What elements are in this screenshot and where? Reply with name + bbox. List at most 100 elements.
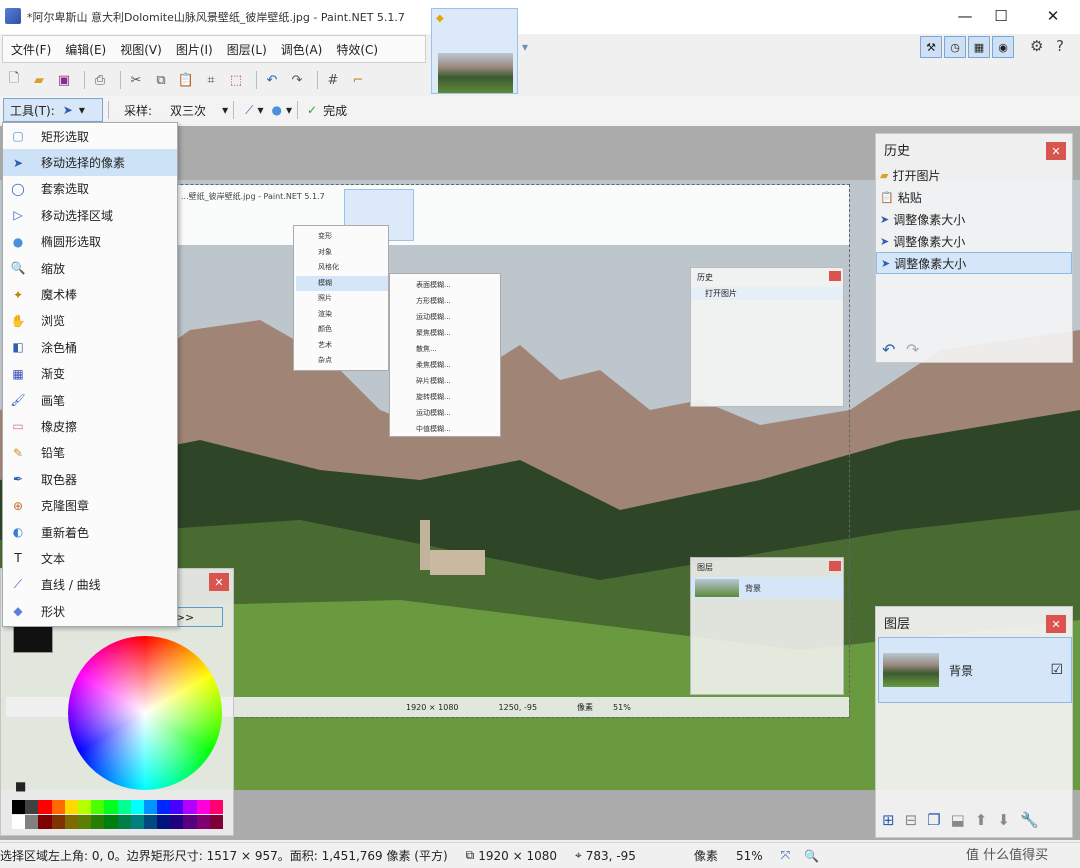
color-wheel[interactable] — [68, 636, 222, 790]
menu-effects[interactable]: 特效(C) — [336, 41, 378, 58]
menu-layers[interactable]: 图层(L) — [227, 41, 267, 58]
add-layer-icon[interactable]: ⊞ — [882, 811, 895, 829]
tool-item[interactable]: ◯ 套索选取 — [3, 176, 177, 202]
tool-item[interactable]: ⟋ 直线 / 曲线 — [3, 572, 177, 598]
menu-file[interactable]: 文件(F) — [11, 41, 51, 58]
palette-swatch[interactable] — [157, 800, 171, 814]
new-file-icon[interactable]: 🗋 — [4, 70, 24, 90]
palette-swatch[interactable] — [117, 800, 131, 814]
maximize-button[interactable]: ☐ — [978, 0, 1024, 32]
undo-icon[interactable]: ↶ — [262, 70, 282, 90]
menu-edit[interactable]: 编辑(E) — [65, 41, 106, 58]
print-icon[interactable]: ⎙ — [90, 70, 110, 90]
units-select[interactable]: 像素 — [694, 847, 718, 864]
tool-item[interactable]: ▷ 移动选择区域 — [3, 202, 177, 228]
layers-toggle-icon[interactable]: ▦ — [968, 36, 990, 58]
tool-item[interactable]: ✋ 浏览 — [3, 308, 177, 334]
zoom-value[interactable]: 51% — [736, 849, 763, 863]
palette-swatch[interactable] — [25, 800, 39, 814]
palette-swatch[interactable] — [38, 815, 52, 829]
copy-icon[interactable]: ⧉ — [151, 70, 171, 90]
grid-icon[interactable]: # — [323, 70, 343, 90]
sampling-select[interactable]: 双三次 — [170, 102, 206, 119]
palette-swatch[interactable] — [91, 800, 105, 814]
paste-icon[interactable]: 📋 — [176, 70, 196, 90]
palette-swatch[interactable] — [64, 815, 78, 829]
palette-swatch[interactable] — [209, 815, 223, 829]
merge-down-icon[interactable]: ⬓ — [951, 811, 965, 829]
palette-menu-icon[interactable]: ■ — [15, 779, 26, 793]
open-folder-icon[interactable]: ▰ — [29, 70, 49, 90]
delete-layer-icon[interactable]: ⊟ — [905, 811, 918, 829]
tool-item[interactable]: ◐ 重新着色 — [3, 519, 177, 545]
history-item[interactable]: ▰ 打开图片 — [876, 164, 1072, 186]
palette-swatch[interactable] — [170, 815, 184, 829]
zoom-icon[interactable]: 🔍 — [804, 849, 819, 863]
palette-swatch[interactable] — [104, 815, 118, 829]
settings-gear-icon[interactable]: ⚙ — [1030, 37, 1043, 55]
finish-button[interactable]: 完成 — [323, 102, 347, 119]
close-icon[interactable]: ✕ — [209, 573, 229, 591]
palette-swatch[interactable] — [77, 800, 92, 814]
chevron-down-icon[interactable]: ▾ — [258, 103, 264, 117]
tool-item[interactable]: ✦ 魔术棒 — [3, 281, 177, 307]
chevron-down-icon[interactable]: ▾ — [286, 103, 292, 117]
tool-item[interactable]: 🖌 画笔 — [3, 387, 177, 413]
palette-swatch[interactable] — [196, 815, 210, 829]
tool-item[interactable]: ● 椭圆形选取 — [3, 229, 177, 255]
palette-swatch[interactable] — [130, 815, 144, 829]
tool-item[interactable]: ✎ 铅笔 — [3, 440, 177, 466]
image-tab[interactable]: ◆ — [431, 8, 518, 94]
layer-properties-icon[interactable]: 🔧 — [1020, 811, 1039, 829]
chevron-down-icon[interactable]: ▾ — [222, 103, 228, 117]
palette-swatch[interactable] — [51, 815, 65, 829]
tool-item[interactable]: T 文本 — [3, 545, 177, 571]
tool-item[interactable]: ◧ 涂色桶 — [3, 334, 177, 360]
history-item[interactable]: ➤ 调整像素大小 — [876, 230, 1072, 252]
palette-swatch[interactable] — [12, 800, 26, 814]
close-icon[interactable]: ✕ — [1046, 142, 1066, 160]
tool-item[interactable]: ✒ 取色器 — [3, 466, 177, 492]
tool-item[interactable]: ◆ 形状 — [3, 598, 177, 624]
colors-toggle-icon[interactable]: ◉ — [992, 36, 1014, 58]
duplicate-layer-icon[interactable]: ❐ — [927, 811, 940, 829]
palette-swatch[interactable] — [170, 800, 184, 814]
palette-swatch[interactable] — [143, 800, 158, 814]
palette-swatch[interactable] — [25, 815, 39, 829]
menu-image[interactable]: 图片(I) — [176, 41, 213, 58]
palette-swatch[interactable] — [157, 815, 171, 829]
crop-icon[interactable]: ⌗ — [201, 70, 221, 90]
palette-swatch[interactable] — [12, 815, 26, 829]
menu-adjustments[interactable]: 调色(A) — [281, 41, 323, 58]
palette-swatch[interactable] — [77, 815, 92, 829]
close-button[interactable]: ✕ — [1030, 0, 1076, 32]
palette-swatch[interactable] — [38, 800, 52, 814]
help-icon[interactable]: ? — [1056, 37, 1064, 55]
palette-swatch[interactable] — [117, 815, 131, 829]
cut-icon[interactable]: ✂ — [126, 70, 146, 90]
palette-swatch[interactable] — [130, 800, 144, 814]
chevron-down-icon[interactable]: ▾ — [522, 40, 528, 54]
layer-visibility-checkbox[interactable]: ☑ — [1050, 662, 1063, 678]
close-icon[interactable]: ✕ — [1046, 615, 1066, 633]
palette-swatch[interactable] — [91, 815, 105, 829]
tool-item[interactable]: ▢ 矩形选取 — [3, 123, 177, 149]
history-toggle-icon[interactable]: ◷ — [944, 36, 966, 58]
move-up-icon[interactable]: ⬆ — [975, 811, 988, 829]
history-item[interactable]: ➤ 调整像素大小 — [876, 208, 1072, 230]
palette-swatch[interactable] — [196, 800, 210, 814]
tool-item[interactable]: ⊕ 克隆图章 — [3, 492, 177, 518]
save-icon[interactable]: ▣ — [54, 70, 74, 90]
palette-swatch[interactable] — [64, 800, 78, 814]
blend-mode-icon[interactable]: ● — [272, 103, 282, 117]
tool-item[interactable]: ▭ 橡皮擦 — [3, 413, 177, 439]
zoom-fit-icon[interactable]: ⤧ — [781, 848, 791, 863]
redo-icon[interactable]: ↷ — [287, 70, 307, 90]
palette-swatch[interactable] — [209, 800, 223, 814]
palette-swatch[interactable] — [51, 800, 65, 814]
deselect-icon[interactable]: ⬚ — [226, 70, 246, 90]
tool-item[interactable]: ▦ 渐变 — [3, 361, 177, 387]
tools-toggle-icon[interactable]: ⚒ — [920, 36, 942, 58]
palette-swatch[interactable] — [143, 815, 158, 829]
palette-swatch[interactable] — [104, 800, 118, 814]
